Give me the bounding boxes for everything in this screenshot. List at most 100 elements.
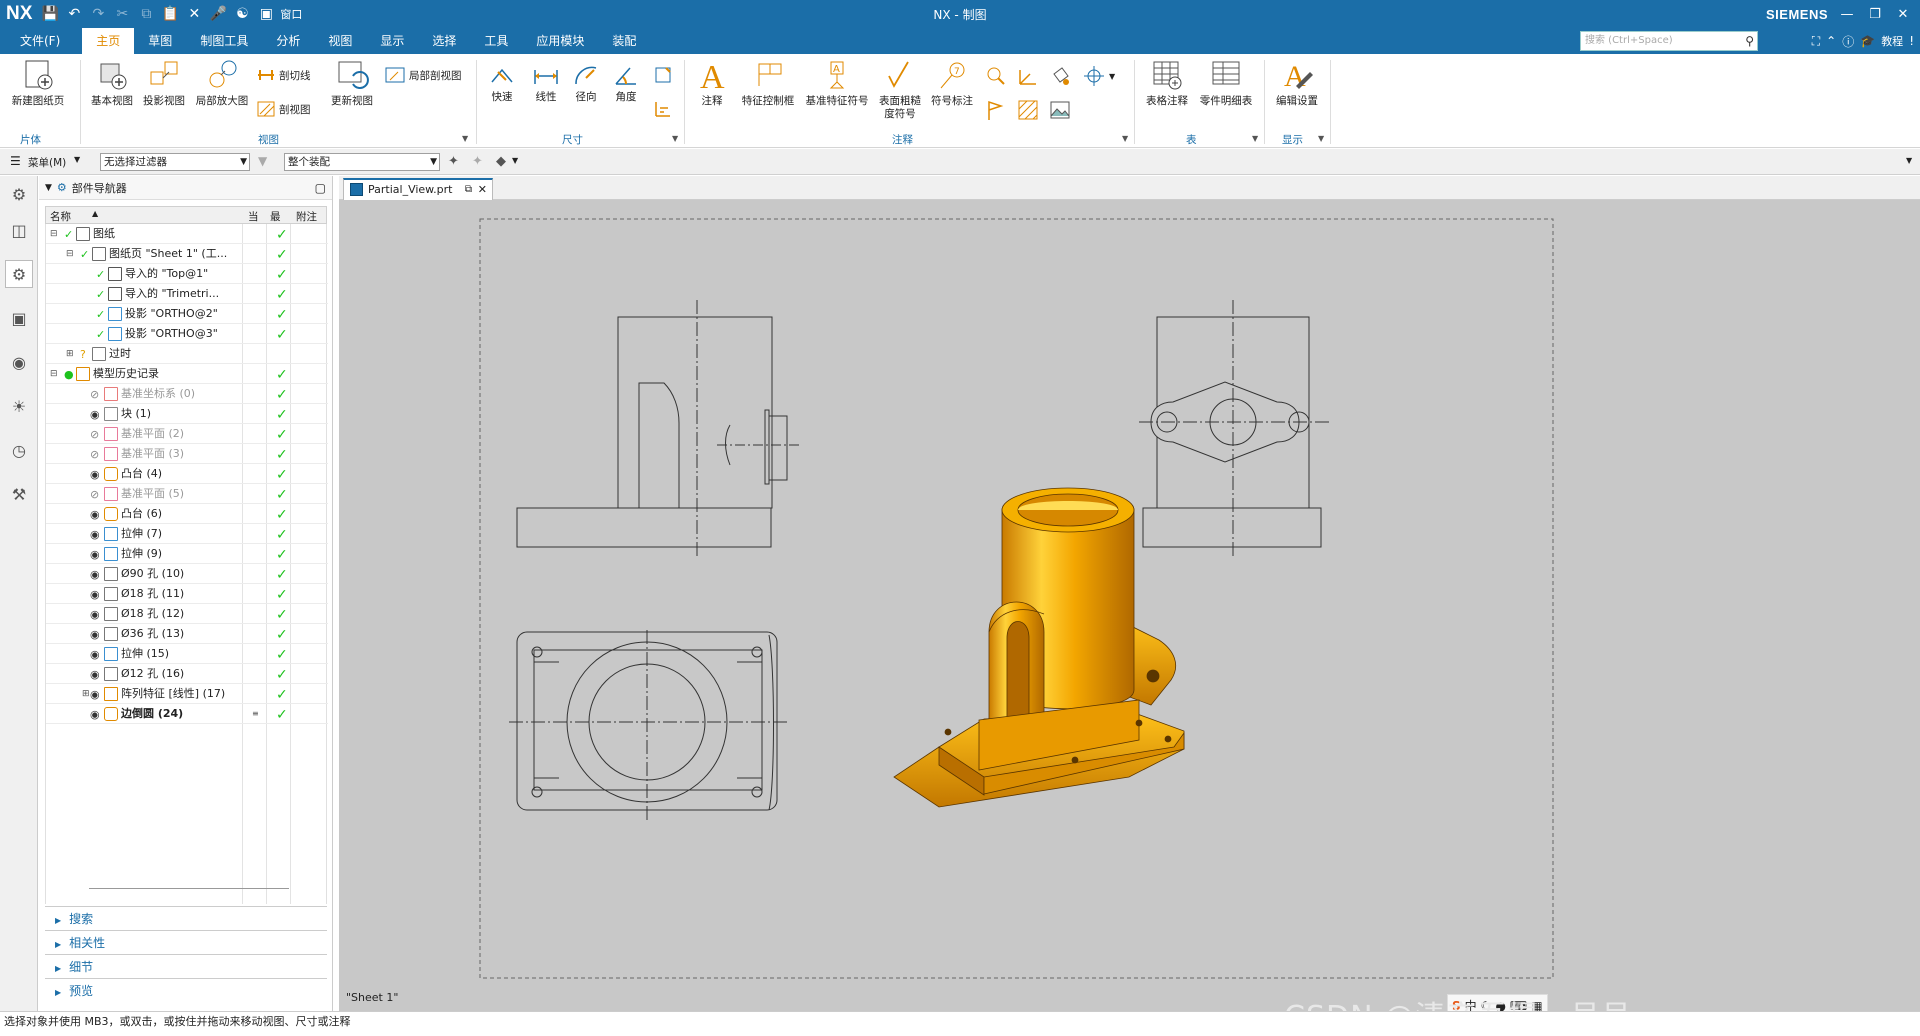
surface-finish-button[interactable]: 表面粗糙度符号 [876, 58, 924, 121]
group-display-dropdown-icon[interactable]: ▼ [1318, 134, 1324, 143]
base-view-button[interactable]: 基本视图 [86, 58, 138, 108]
hidden-eye-icon[interactable]: ⊘ [90, 425, 99, 445]
toolbar-overflow-icon[interactable]: ▼ [1906, 156, 1912, 165]
tree-row[interactable]: ⊘ 基准坐标系 (0) ✓ [46, 384, 328, 404]
tree-row[interactable]: ◉ 边倒圆 (24) ≡ ✓ [46, 704, 328, 724]
select-all-icon[interactable]: ✦ [448, 154, 459, 169]
tab-close-icon[interactable]: ✕ [478, 180, 487, 199]
menu-assembly[interactable]: 装配 [598, 28, 650, 54]
status-check-icon[interactable]: ✓ [80, 245, 89, 265]
history-icon[interactable]: ◷ [5, 436, 33, 464]
break-out-section-button[interactable]: 局部剖视图 [384, 66, 462, 84]
graphics-window[interactable]: "Sheet 1" S 中 ☾ ● ⌨ ▦ CSDN @清音吾提一号号 [339, 200, 1920, 1035]
status-check-icon[interactable]: ✓ [96, 285, 105, 305]
tree-row[interactable]: ⊘ 基准平面 (3) ✓ [46, 444, 328, 464]
tree-row[interactable]: ⊞? 过时 [46, 344, 328, 364]
eye-icon[interactable]: ◉ [90, 645, 100, 665]
menu-analysis[interactable]: 分析 [262, 28, 314, 54]
tabular-note-button[interactable]: 表格注释 [1142, 58, 1192, 108]
eye-icon[interactable]: ◉ [90, 465, 100, 485]
tree-row[interactable]: ✓ 导入的 "Trimetri... ✓ [46, 284, 328, 304]
eye-icon[interactable]: ◉ [90, 665, 100, 685]
menu-sketch[interactable]: 草图 [134, 28, 186, 54]
sort-ascending-icon[interactable]: ▲ [92, 209, 98, 218]
panel-dependencies[interactable]: ▶ 相关性 [45, 930, 327, 954]
angular-dimension-button[interactable]: 角度 [608, 64, 644, 104]
eye-icon[interactable]: ◉ [90, 505, 100, 525]
menu-dropdown-icon[interactable]: ▼ [74, 155, 80, 164]
constraint-navigator-icon[interactable]: ▣ [5, 304, 33, 332]
settings-icon[interactable]: ⚙ [5, 180, 33, 208]
collapse-icon[interactable]: ⊟ [66, 244, 74, 264]
alert-icon[interactable]: ! [1909, 34, 1914, 48]
hatch-button[interactable] [1016, 98, 1040, 122]
status-check-icon[interactable]: ✓ [96, 325, 105, 345]
panel-search[interactable]: ▶ 搜索 [45, 906, 327, 930]
group-annotation-dropdown-icon[interactable]: ▼ [1122, 134, 1128, 143]
tree-row[interactable]: ◉ 拉伸 (9) ✓ [46, 544, 328, 564]
part-navigator-icon[interactable]: ⚙ [5, 260, 33, 288]
expand-icon[interactable]: ⊞ [82, 684, 90, 704]
eye-icon[interactable]: ◉ [90, 545, 100, 565]
panel-preview[interactable]: ▶ 预览 [45, 978, 327, 1002]
tree-row[interactable]: ⊘ 基准平面 (5) ✓ [46, 484, 328, 504]
collapse-icon[interactable]: ⊟ [50, 224, 58, 244]
section-line-button[interactable]: 剖切线 [256, 66, 311, 84]
expand-icon[interactable]: ⊞ [66, 344, 74, 364]
eye-icon[interactable]: ◉ [90, 605, 100, 625]
maximize-panel-icon[interactable]: ▢ [315, 181, 326, 195]
edit-settings-button[interactable]: A 编辑设置 [1272, 58, 1322, 108]
datum-target-button[interactable] [984, 98, 1008, 122]
hidden-eye-icon[interactable]: ⊘ [90, 385, 99, 405]
delete-icon[interactable]: ✕ [184, 4, 204, 24]
status-check-icon[interactable]: ✓ [64, 225, 73, 245]
snap-point-icon[interactable]: ◆ [496, 154, 506, 169]
paste-icon[interactable]: 📋 [160, 4, 180, 24]
datum-feature-symbol-button[interactable]: A 基准特征符号 [802, 58, 872, 108]
web-browser-icon[interactable]: ☀ [5, 392, 33, 420]
status-check-icon[interactable]: ✓ [96, 305, 105, 325]
3d-centerline-button[interactable] [1016, 64, 1040, 88]
parts-list-button[interactable]: 零件明细表 [1196, 58, 1256, 108]
window-menu[interactable]: 窗口 [280, 4, 302, 24]
tree-row[interactable]: ◉ 拉伸 (15) ✓ [46, 644, 328, 664]
menu-tools[interactable]: 工具 [470, 28, 522, 54]
eye-icon[interactable]: ◉ [90, 685, 100, 705]
assembly-scope-select[interactable]: 整个装配 ▼ [284, 153, 440, 171]
eye-icon[interactable]: ◉ [90, 565, 100, 585]
tree-row[interactable]: ◉ Ø18 孔 (12) ✓ [46, 604, 328, 624]
chamfer-dimension-button[interactable] [652, 64, 674, 86]
tree-row[interactable]: ✓ 导入的 "Top@1" ✓ [46, 264, 328, 284]
microphone-icon[interactable]: 🎤 [208, 4, 228, 24]
hidden-eye-icon[interactable]: ⊘ [90, 445, 99, 465]
cut-icon[interactable]: ✂ [112, 4, 132, 24]
target-dropdown-icon[interactable]: ▼ [1109, 72, 1115, 81]
reuse-library-icon[interactable]: ◉ [5, 348, 33, 376]
menu-drafting-tools[interactable]: 制图工具 [186, 28, 262, 54]
horizontal-scrollbar[interactable] [89, 888, 289, 894]
tree-row[interactable]: ⊞ ◉ 阵列特征 [线性] (17) ✓ [46, 684, 328, 704]
eye-icon[interactable]: ◉ [90, 705, 100, 725]
search-icon[interactable]: ⚲ [1745, 32, 1754, 50]
column-latest[interactable]: 最 [270, 209, 281, 224]
detail-view-button[interactable]: 局部放大图 [192, 58, 252, 108]
eye-icon[interactable]: ◉ [90, 525, 100, 545]
drawing-sheet[interactable] [339, 200, 1920, 1011]
tree-row[interactable]: ◉ 凸台 (6) ✓ [46, 504, 328, 524]
minimize-button[interactable]: — [1834, 7, 1860, 22]
tree-row[interactable]: ◉ 凸台 (4) ✓ [46, 464, 328, 484]
rapid-dimension-button[interactable]: 快速 [484, 64, 520, 104]
target-point-button[interactable]: ▼ [1082, 64, 1115, 88]
help-icon[interactable]: ⓘ [1842, 33, 1854, 50]
column-attachments[interactable]: 附注 [296, 209, 317, 224]
tree-row[interactable]: ◉ 拉伸 (7) ✓ [46, 524, 328, 544]
menu-applications[interactable]: 应用模块 [522, 28, 598, 54]
tree-row[interactable]: ⊟ ✓ 图纸页 "Sheet 1" (工... ✓ [46, 244, 328, 264]
ordinate-dimension-button[interactable] [652, 98, 674, 120]
tree-row[interactable]: ✓ 投影 "ORTHO@2" ✓ [46, 304, 328, 324]
projected-view-button[interactable]: 投影视图 [138, 58, 190, 108]
group-view-dropdown-icon[interactable]: ▼ [462, 134, 468, 143]
balloon-button[interactable]: 7 符号标注 [926, 58, 978, 108]
menu-button[interactable]: 菜单(M) [28, 155, 66, 170]
tree-row[interactable]: ◉ Ø18 孔 (11) ✓ [46, 584, 328, 604]
